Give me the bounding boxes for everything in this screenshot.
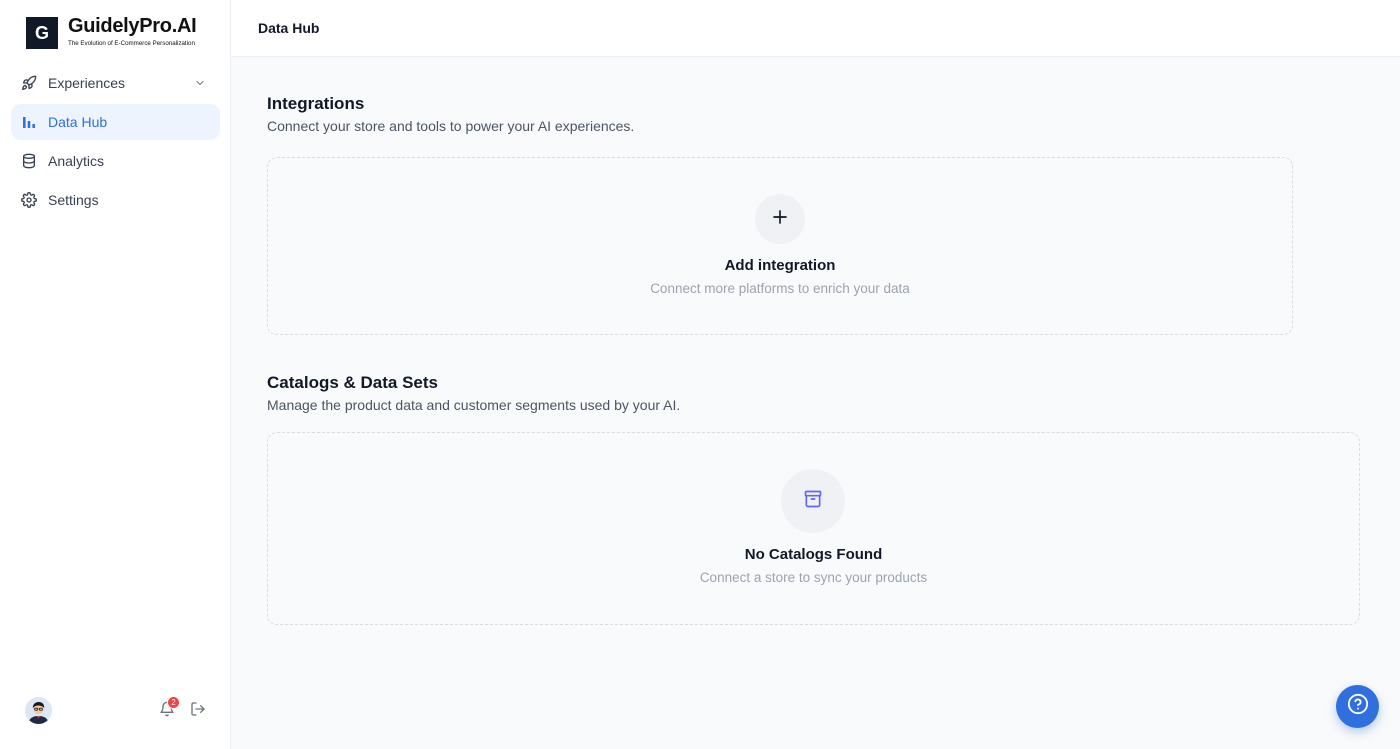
catalogs-description: Manage the product data and customer seg…	[267, 397, 681, 413]
brand-text: GuidelyPro.AI The Evolution of E-Commerc…	[68, 15, 197, 47]
archive-icon-wrap	[781, 469, 845, 533]
add-integration-icon-wrap	[755, 194, 805, 244]
integrations-title: Integrations	[267, 94, 365, 113]
app-root: G GuidelyPro.AI The Evolution of E-Comme…	[0, 0, 1400, 749]
brand-name: GuidelyPro.AI	[68, 15, 197, 37]
sidebar-item-label: Data Hub	[48, 114, 108, 130]
avatar[interactable]	[25, 697, 52, 724]
sidebar-nav: Experiences Data Hub Analytics Settings	[11, 65, 220, 221]
brand-mark: G	[26, 17, 58, 49]
sidebar-item-label: Experiences	[48, 75, 126, 91]
chevron-down-icon[interactable]	[193, 76, 207, 90]
sidebar-item-label: Analytics	[48, 153, 105, 169]
bar-chart-icon	[21, 114, 37, 130]
catalogs-empty-state: No Catalogs Found Connect a store to syn…	[267, 432, 1360, 625]
add-integration-title: Add integration	[724, 257, 836, 274]
rocket-icon	[21, 75, 37, 91]
archive-icon	[803, 489, 823, 514]
catalogs-title: Catalogs & Data Sets	[267, 373, 438, 392]
sidebar-item-analytics[interactable]: Analytics	[11, 143, 220, 179]
sidebar-item-label: Settings	[48, 192, 99, 208]
logout-icon[interactable]	[190, 701, 206, 717]
sidebar-item-data-hub[interactable]: Data Hub	[11, 104, 220, 140]
help-button[interactable]	[1336, 685, 1379, 728]
brand-logo[interactable]: G GuidelyPro.AI The Evolution of E-Comme…	[26, 15, 197, 49]
sidebar: G GuidelyPro.AI The Evolution of E-Comme…	[0, 0, 231, 749]
page-title: Data Hub	[258, 20, 320, 36]
plus-icon	[771, 208, 789, 231]
add-integration-subtitle: Connect more platforms to enrich your da…	[650, 281, 910, 296]
integrations-description: Connect your store and tools to power yo…	[267, 118, 635, 134]
sidebar-item-settings[interactable]: Settings	[11, 182, 220, 218]
empty-state-title: No Catalogs Found	[744, 546, 883, 563]
gear-icon	[21, 192, 37, 208]
empty-state-subtitle: Connect a store to sync your products	[699, 570, 928, 585]
notification-badge: 2	[167, 696, 180, 709]
top-header: Data Hub	[231, 0, 1400, 57]
question-icon	[1347, 693, 1369, 720]
add-integration-card[interactable]: Add integration Connect more platforms t…	[267, 157, 1293, 335]
sidebar-item-experiences[interactable]: Experiences	[11, 65, 220, 101]
brand-tagline: The Evolution of E-Commerce Personalizat…	[68, 40, 195, 47]
sidebar-footer: 2	[0, 689, 230, 749]
database-icon	[21, 153, 37, 169]
main-content: Data Hub Integrations Connect your store…	[231, 0, 1400, 749]
